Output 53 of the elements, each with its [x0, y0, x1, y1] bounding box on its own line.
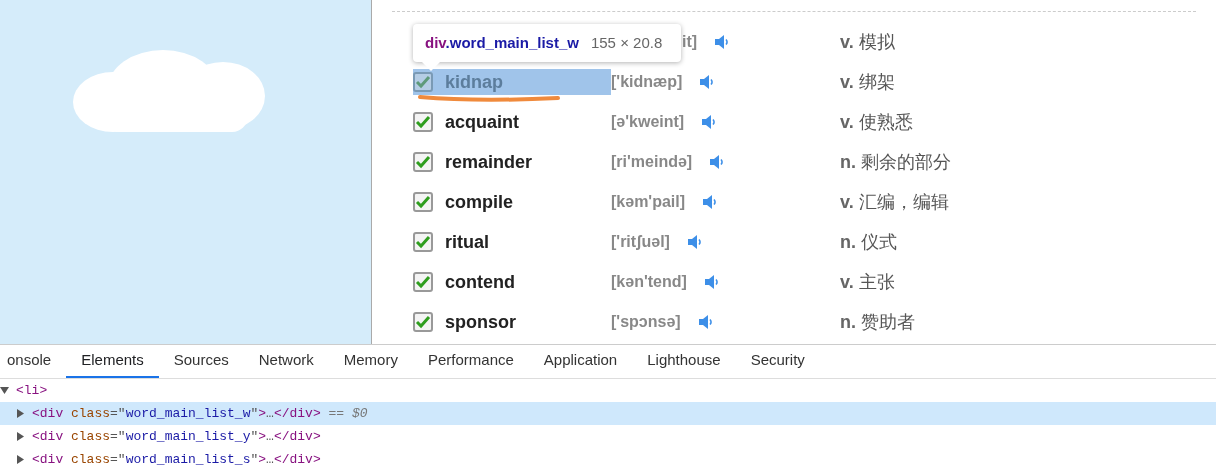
devtools-tab[interactable]: Sources	[158, 345, 244, 378]
dom-node-row[interactable]: <div class="word_main_list_w">…</div> == $0	[0, 402, 1216, 425]
meaning: v. 汇编，编辑	[840, 190, 949, 214]
devtools-tab[interactable]: Elements	[66, 345, 159, 378]
checkbox[interactable]	[413, 72, 433, 92]
checkbox[interactable]	[413, 192, 433, 212]
code-line: <div class="word_main_list_s">…</div>	[32, 450, 321, 469]
word: ritual	[445, 230, 489, 254]
code-line: <li>	[16, 381, 48, 400]
devtools-tab[interactable]: Network	[243, 345, 329, 378]
meaning: n. 赞助者	[840, 310, 915, 334]
word: contend	[445, 270, 515, 294]
devtools-tab[interactable]: Lighthouse	[632, 345, 736, 378]
phonetic: [kəm'pail]	[611, 192, 686, 212]
meaning: v. 绑架	[840, 70, 895, 94]
devtools-tab[interactable]: Performance	[412, 345, 529, 378]
speaker-icon[interactable]	[702, 273, 721, 291]
checkbox[interactable]	[413, 272, 433, 292]
phonetic: ['kidnæp]	[611, 72, 683, 92]
meaning: v. 模拟	[840, 30, 895, 54]
phonetic: it]	[682, 32, 698, 52]
size-label: 155 × 20.8	[590, 32, 663, 53]
phonetic: ['ritʃuəl]	[611, 232, 670, 252]
word: kidnap	[445, 70, 503, 94]
word: remainder	[445, 150, 533, 174]
devtools-tab[interactable]: Application	[528, 345, 633, 378]
phonetic: [ri'meində]	[611, 152, 693, 172]
speaker-icon[interactable]	[696, 313, 715, 331]
meaning: v. 使熟悉	[840, 110, 913, 134]
word: acquaint	[445, 110, 519, 134]
dom-node-row[interactable]: <div class="word_main_list_y">…</div>	[0, 425, 1216, 448]
phonetic: ['spɔnsə]	[611, 312, 681, 332]
code-line: <div class="word_main_list_y">…</div>	[32, 427, 321, 446]
meaning: n. 仪式	[840, 230, 897, 254]
checkbox[interactable]	[413, 112, 433, 132]
devtools-tab[interactable]: Memory	[328, 345, 413, 378]
checkbox[interactable]	[413, 312, 433, 332]
meaning: n. 剩余的部分	[840, 150, 951, 174]
word: sponsor	[445, 310, 516, 334]
devtools-tab[interactable]: Security	[735, 345, 820, 378]
meaning: v. 主张	[840, 270, 895, 294]
devtools-tab[interactable]: onsole	[0, 345, 67, 378]
selector-label: div.word_main_list_w	[425, 32, 579, 53]
checkbox[interactable]	[413, 232, 433, 252]
dom-node-row[interactable]: <div class="word_main_list_s">…</div>	[0, 448, 1216, 471]
dom-node-row[interactable]: <li>	[0, 379, 1216, 402]
word: compile	[445, 190, 514, 214]
speaker-icon[interactable]	[685, 233, 704, 251]
code-line: <div class="word_main_list_w">…</div> == $0	[32, 404, 368, 423]
expanded-triangle-icon[interactable]	[0, 386, 12, 395]
phonetic: [kən'tend]	[611, 272, 687, 292]
phonetic: [ə'kweint]	[611, 112, 685, 132]
checkbox[interactable]	[413, 152, 433, 172]
